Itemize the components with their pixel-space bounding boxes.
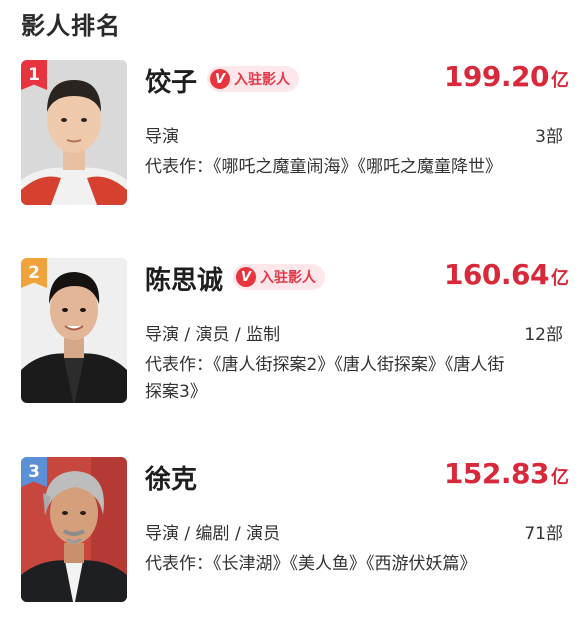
box-office-number: 152.83: [443, 457, 550, 490]
director-photo[interactable]: 1: [21, 60, 127, 205]
box-office-value: 160.64 亿: [444, 258, 569, 291]
ranking-item[interactable]: 1 饺子 V 入驻影人 199.20 亿 导演 3部 代表作：《哪吒之魔童闹海》…: [0, 60, 587, 230]
film-count: 71部: [524, 524, 563, 544]
film-count: 3部: [535, 127, 563, 147]
representative-works: 代表作：《唐人街探案2》《唐人街探案》《唐人街探案3》: [145, 355, 505, 402]
director-name[interactable]: 饺子: [145, 62, 197, 99]
verified-label: 入驻影人: [234, 72, 290, 88]
verified-v-icon: V: [210, 69, 230, 89]
verified-label: 入驻影人: [260, 270, 316, 286]
representative-works: 代表作：《长津湖》《美人鱼》《西游伏妖篇》: [145, 554, 477, 574]
director-photo[interactable]: 2: [21, 258, 127, 403]
ranking-item[interactable]: 3 徐克 152.83 亿 导演 / 编剧 / 演员 71部 代表作：《长津湖》…: [0, 457, 587, 627]
director-name[interactable]: 徐克: [145, 459, 197, 496]
box-office-value: 152.83 亿: [444, 457, 569, 490]
box-office-number: 199.20: [443, 60, 550, 93]
box-office-number: 160.64: [443, 258, 550, 291]
verified-badge: V 入驻影人: [207, 66, 299, 92]
box-office-unit: 亿: [551, 70, 569, 91]
director-roles: 导演: [145, 127, 179, 147]
box-office-unit: 亿: [551, 268, 569, 289]
director-roles: 导演 / 演员 / 监制: [145, 325, 281, 345]
box-office-value: 199.20 亿: [444, 60, 569, 93]
representative-works: 代表作：《哪吒之魔童闹海》《哪吒之魔童降世》: [145, 157, 502, 177]
page-title: 影人排名: [21, 12, 121, 40]
box-office-unit: 亿: [551, 467, 569, 488]
director-name[interactable]: 陈思诚: [145, 260, 223, 297]
film-count: 12部: [524, 325, 563, 345]
verified-v-icon: V: [236, 267, 256, 287]
verified-badge: V 入驻影人: [233, 264, 325, 290]
director-roles: 导演 / 编剧 / 演员: [145, 524, 281, 544]
ranking-item[interactable]: 2 陈思诚 V 入驻影人 160.64 亿 导演 / 演员 / 监制 12部 代…: [0, 258, 587, 428]
director-photo[interactable]: 3: [21, 457, 127, 602]
